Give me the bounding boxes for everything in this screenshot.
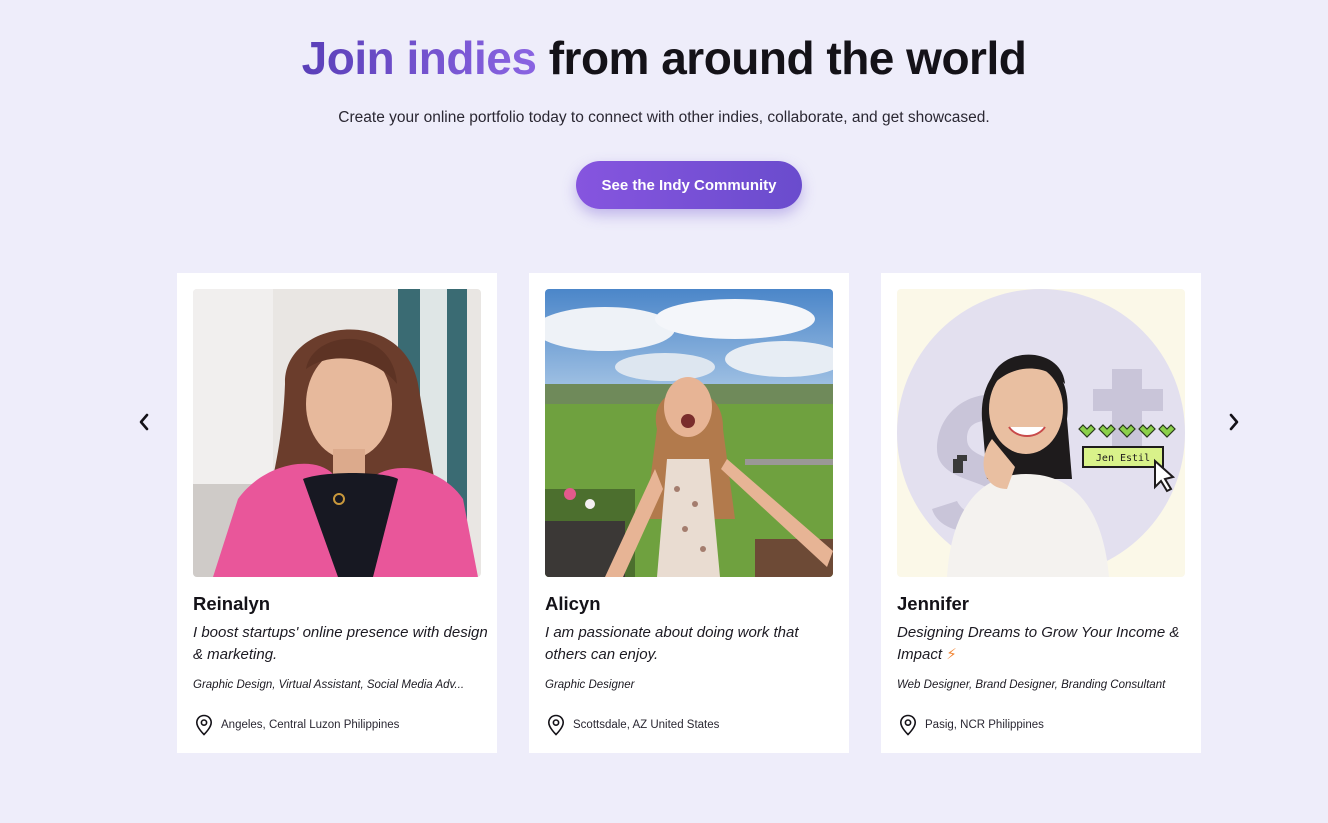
location-text: Angeles, Central Luzon Philippines [221,719,400,731]
location-text: Pasig, NCR Philippines [925,719,1044,731]
chevron-left-icon [139,413,149,431]
profile-card[interactable]: Reinalyn I boost startups' online presen… [177,273,497,753]
map-pin-icon [547,714,565,736]
profile-skills: Graphic Design, Virtual Assistant, Socia… [193,679,465,691]
map-pin-icon [899,714,917,736]
profile-card[interactable]: Jen Estil Jennifer Designing Dreams to G… [881,273,1201,753]
subtitle: Create your online portfolio today to co… [338,109,990,126]
profile-photo [545,289,833,577]
tagline-text: Designing Dreams to Grow Your Income & I… [897,624,1180,663]
carousel-prev-button[interactable] [130,408,158,436]
profile-name: Alicyn [545,593,601,614]
location-text: Scottsdale, AZ United States [573,719,720,731]
profile-tagline: I am passionate about doing work that ot… [545,624,799,663]
profile-location: Angeles, Central Luzon Philippines [195,714,399,736]
profile-skills: Graphic Designer [545,679,635,691]
carousel-next-button[interactable] [1220,408,1248,436]
chevron-right-icon [1229,413,1239,431]
headline-accent: Join indies [301,32,537,84]
profile-photo [193,289,481,577]
see-community-button[interactable]: See the Indy Community [576,161,802,209]
page-title: Join indies from around the world [0,30,1328,86]
profile-skills: Web Designer, Brand Designer, Branding C… [897,679,1166,691]
profile-tagline: Designing Dreams to Grow Your Income & I… [897,622,1193,666]
profile-photo: Jen Estil [897,289,1185,577]
profile-tagline: I boost startups' online presence with d… [193,624,488,663]
map-pin-icon [195,714,213,736]
profile-name: Jennifer [897,593,969,614]
profile-location: Pasig, NCR Philippines [899,714,1044,736]
photo-badge-text: Jen Estil [1096,453,1150,464]
lightning-icon: ⚡ [946,646,957,663]
headline-rest: from around the world [548,32,1027,84]
profile-name: Reinalyn [193,593,271,614]
profile-location: Scottsdale, AZ United States [547,714,719,736]
profile-card[interactable]: Alicyn I am passionate about doing work … [529,273,849,753]
